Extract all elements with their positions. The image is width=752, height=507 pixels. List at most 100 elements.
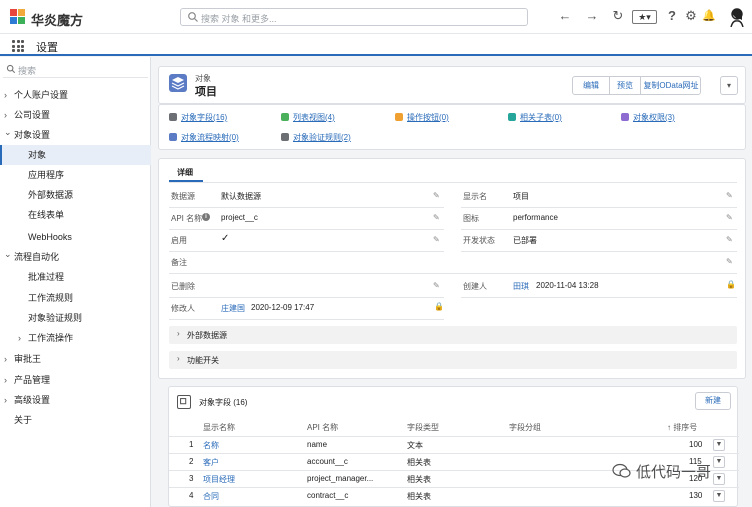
table-row[interactable]: 1 名称 name 文本 100 ▼ xyxy=(169,436,739,453)
pencil-icon[interactable]: ✎ xyxy=(726,191,733,200)
bell-icon[interactable]: 🔔 xyxy=(702,9,716,23)
sidebar-item-external-datasources[interactable]: 外部数据源 xyxy=(0,185,151,205)
sidebar-item-approval-process[interactable]: 批准过程 xyxy=(0,267,151,287)
row-actions-dropdown[interactable]: ▼ xyxy=(713,439,725,451)
sidebar-item-label: 对象验证规则 xyxy=(28,313,83,323)
chevron-right-icon: › xyxy=(4,354,7,364)
field-name-link[interactable]: 客户 xyxy=(203,457,219,468)
quick-link-related-subtables[interactable]: 相关子表(0) xyxy=(508,112,562,123)
sidebar-item-company-settings[interactable]: › 公司设置 xyxy=(0,105,151,125)
column-header-sort-order[interactable]: ↑ 排序号 xyxy=(667,422,697,433)
row-number: 2 xyxy=(189,457,194,466)
global-search-input[interactable]: 搜索 对象 和更多... xyxy=(180,8,528,26)
brand-name[interactable]: 华炎魔方 xyxy=(31,10,83,29)
quick-link-process-mapping[interactable]: 对象流程映射(0) xyxy=(169,132,239,143)
creator-link[interactable]: 田琪 xyxy=(513,281,529,292)
sidebar-item-objects[interactable]: 对象 xyxy=(0,145,151,165)
sidebar-item-applications[interactable]: 应用程序 xyxy=(0,165,151,185)
quick-link-label: 对象验证规则(2) xyxy=(293,133,351,142)
sidebar-item-about[interactable]: 关于 xyxy=(0,410,151,430)
pencil-icon[interactable]: ✎ xyxy=(433,281,440,290)
sidebar-item-approval-king[interactable]: › 审批王 xyxy=(0,349,151,369)
help-icon[interactable]: ? xyxy=(665,9,679,23)
detail-panel: 详细 数据源 默认数据源 ✎ API 名称 i project__c ✎ 启用 … xyxy=(158,158,746,379)
forward-arrow-icon[interactable]: → xyxy=(585,9,599,23)
api-name-cell: name xyxy=(307,440,328,449)
edit-button[interactable]: 编辑 xyxy=(573,77,610,94)
favorites-button[interactable]: ★▾ xyxy=(632,10,657,24)
sidebar-item-online-forms[interactable]: 在线表单 xyxy=(0,205,151,225)
pencil-icon[interactable]: ✎ xyxy=(726,213,733,222)
field-label: 创建人 xyxy=(463,282,487,291)
field-name-link[interactable]: 合同 xyxy=(203,491,219,502)
pencil-icon[interactable]: ✎ xyxy=(433,213,440,222)
quick-link-object-fields[interactable]: 对象字段(16) xyxy=(169,112,227,123)
field-name-link[interactable]: 名称 xyxy=(203,440,219,451)
sidebar-item-label: 产品管理 xyxy=(14,375,51,385)
sidebar-item-validation-rules[interactable]: 对象验证规则 xyxy=(0,308,151,328)
row-number: 1 xyxy=(189,440,194,449)
chevron-right-icon: › xyxy=(177,329,180,338)
field-label: 显示名 xyxy=(463,192,487,201)
setup-title: 设置 xyxy=(36,42,58,54)
modifier-link[interactable]: 庄建国 xyxy=(221,303,245,314)
sort-order-cell: 100 xyxy=(689,440,703,449)
row-actions-dropdown[interactable]: ▼ xyxy=(713,490,725,502)
sidebar-item-product-management[interactable]: › 产品管理 xyxy=(0,370,151,390)
column-header-field-group[interactable]: 字段分组 xyxy=(509,422,541,433)
sidebar-item-label: 在线表单 xyxy=(28,210,65,220)
sidebar-item-personal-settings[interactable]: › 个人账户设置 xyxy=(0,85,151,105)
related-quick-links: 对象字段(16) 列表视图(4) 操作按钮(0) 相关子表(0) 对象权限(3)… xyxy=(158,104,746,150)
sidebar-item-label: 审批王 xyxy=(14,354,42,364)
row-actions-dropdown[interactable]: ▼ xyxy=(713,473,725,485)
quick-link-list-views[interactable]: 列表视图(4) xyxy=(281,112,335,123)
more-actions-button[interactable]: ▾ xyxy=(720,76,738,95)
section-external-datasource[interactable]: › 外部数据源 xyxy=(169,326,737,344)
sidebar-item-workflow-rules[interactable]: 工作流规则 xyxy=(0,288,151,308)
api-name-cell: project_manager... xyxy=(307,474,374,483)
pencil-icon[interactable]: ✎ xyxy=(726,257,733,266)
sidebar-item-label: 工作流规则 xyxy=(28,293,74,303)
copy-odata-url-button[interactable]: 复制OData网址 xyxy=(641,77,701,94)
info-icon[interactable]: i xyxy=(202,213,210,221)
section-feature-switches[interactable]: › 功能开关 xyxy=(169,351,737,369)
sidebar-item-webhooks[interactable]: WebHooks xyxy=(0,227,151,247)
chevron-down-icon: ⌄ xyxy=(4,127,12,137)
back-arrow-icon[interactable]: ← xyxy=(558,9,572,23)
gear-icon[interactable]: ⚙ xyxy=(684,9,698,23)
column-header-display-name[interactable]: 显示名称 xyxy=(203,422,235,433)
tab-detail[interactable]: 详细 xyxy=(177,167,193,178)
quick-link-action-buttons[interactable]: 操作按钮(0) xyxy=(395,112,449,123)
chevron-right-icon: › xyxy=(4,375,7,385)
table-row[interactable]: 4 合同 contract__c 相关表 130 ▼ xyxy=(169,487,739,504)
row-actions-dropdown[interactable]: ▼ xyxy=(713,456,725,468)
avatar[interactable] xyxy=(728,7,746,27)
sidebar-item-process-automation[interactable]: ⌄ 流程自动化 xyxy=(0,247,151,267)
field-display-name: 显示名 项目 ✎ xyxy=(461,186,737,208)
pencil-icon[interactable]: ✎ xyxy=(726,235,733,244)
sidebar-item-workflow-actions[interactable]: › 工作流操作 xyxy=(0,328,151,348)
column-header-field-type[interactable]: 字段类型 xyxy=(407,422,439,433)
app-logo-icon[interactable] xyxy=(10,9,25,24)
app-launcher-icon[interactable] xyxy=(12,40,24,52)
field-label: 启用 xyxy=(171,236,187,245)
search-placeholder: 搜索 对象 和更多... xyxy=(201,14,277,24)
column-header-api-name[interactable]: API 名称 xyxy=(307,422,338,433)
sidebar-item-label: 工作流操作 xyxy=(28,333,74,343)
preview-button[interactable]: 预览 xyxy=(610,77,641,94)
pencil-icon[interactable]: ✎ xyxy=(433,235,440,244)
refresh-icon[interactable]: ↻ xyxy=(611,9,625,23)
sort-order-cell: 130 xyxy=(689,491,703,500)
row-number: 4 xyxy=(189,491,194,500)
quick-link-label: 操作按钮(0) xyxy=(407,113,449,122)
sidebar-item-advanced-settings[interactable]: › 高级设置 xyxy=(0,390,151,410)
quick-link-validation-rules[interactable]: 对象验证规则(2) xyxy=(281,132,351,143)
new-field-button[interactable]: 新建 xyxy=(695,392,731,410)
sidebar-search-input[interactable]: 搜索 xyxy=(3,61,148,78)
chevron-down-icon: ⌄ xyxy=(4,249,12,259)
field-label: 图标 xyxy=(463,214,479,223)
field-name-link[interactable]: 项目经理 xyxy=(203,474,235,485)
sidebar-item-object-settings[interactable]: ⌄ 对象设置 xyxy=(0,125,151,145)
quick-link-object-permissions[interactable]: 对象权限(3) xyxy=(621,112,675,123)
pencil-icon[interactable]: ✎ xyxy=(433,191,440,200)
